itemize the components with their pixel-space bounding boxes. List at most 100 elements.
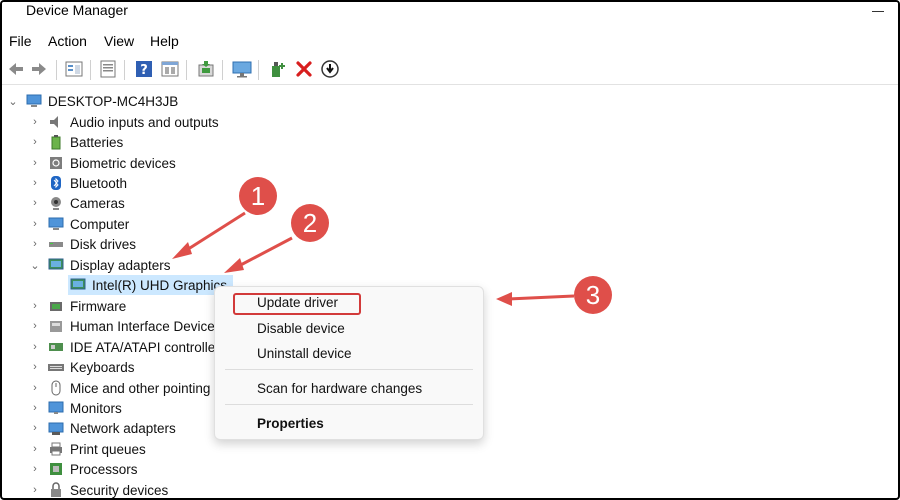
- tree-item-audio[interactable]: › Audio inputs and outputs: [30, 112, 218, 132]
- fingerprint-icon: [48, 155, 64, 171]
- properties-sheet-icon[interactable]: [98, 59, 118, 79]
- tree-item-processors[interactable]: › Processors: [30, 459, 137, 479]
- tree-item-ide[interactable]: › IDE ATA/ATAPI controllers: [30, 337, 226, 357]
- chevron-right-icon[interactable]: ›: [30, 157, 40, 169]
- menu-view[interactable]: View: [104, 33, 134, 49]
- chevron-right-icon[interactable]: ›: [30, 320, 40, 332]
- chevron-right-icon[interactable]: ›: [30, 218, 40, 230]
- monitor-scan-icon[interactable]: [232, 59, 252, 79]
- properties-label: Properties: [257, 415, 324, 431]
- chevron-right-icon[interactable]: ›: [30, 116, 40, 128]
- battery-icon: [48, 134, 64, 150]
- uninstall-device-menu-item[interactable]: Uninstall device: [215, 341, 483, 365]
- chevron-right-icon[interactable]: ›: [30, 484, 40, 496]
- menu-help[interactable]: Help: [150, 33, 179, 49]
- tree-item-label: Cameras: [70, 195, 125, 211]
- tree-item-label: Computer: [70, 216, 130, 232]
- add-driver-icon[interactable]: [268, 59, 288, 79]
- tree-root-label: DESKTOP-MC4H3JB: [48, 93, 179, 109]
- download-driver-icon[interactable]: [320, 59, 340, 79]
- processor-icon: [48, 461, 64, 477]
- chevron-right-icon[interactable]: ›: [30, 197, 40, 209]
- chevron-right-icon[interactable]: ›: [30, 463, 40, 475]
- device-tree-icon[interactable]: [64, 59, 84, 79]
- back-arrow-icon[interactable]: [6, 59, 26, 79]
- help-question-icon[interactable]: ?: [134, 59, 154, 79]
- tree-item-firmware[interactable]: › Firmware: [30, 296, 126, 316]
- toolbar-separator: [258, 60, 259, 80]
- tree-item-label: Firmware: [70, 298, 127, 314]
- chevron-right-icon[interactable]: ›: [30, 341, 40, 353]
- forward-arrow-icon[interactable]: [29, 59, 49, 79]
- uninstall-x-icon[interactable]: [294, 59, 314, 79]
- tree-item-label: Batteries: [70, 134, 124, 150]
- update-driver-menu-item[interactable]: Update driver: [215, 290, 483, 315]
- camera-icon: [48, 195, 64, 211]
- tree-item-batteries[interactable]: › Batteries: [30, 132, 123, 152]
- view-list-icon[interactable]: [160, 59, 180, 79]
- annotation-badge-1: 1: [239, 177, 277, 215]
- tree-item-cameras[interactable]: › Cameras: [30, 193, 125, 213]
- computer-icon: [26, 93, 42, 109]
- tree-item-hid[interactable]: › Human Interface Devices: [30, 316, 222, 336]
- menu-file[interactable]: File: [9, 33, 32, 49]
- properties-menu-item[interactable]: Properties: [215, 411, 483, 435]
- menu-bar: File Action View Help: [2, 30, 898, 54]
- chevron-right-icon[interactable]: ›: [30, 177, 40, 189]
- svg-text:?: ?: [140, 63, 148, 78]
- tree-item-intel-uhd-graphics[interactable]: Intel(R) UHD Graphics: [68, 275, 234, 295]
- title-bar: Device Manager: [2, 2, 898, 26]
- bluetooth-icon: [48, 175, 64, 191]
- tree-item-monitors[interactable]: › Monitors: [30, 398, 122, 418]
- chevron-down-icon[interactable]: ⌄: [30, 259, 40, 272]
- window-title: Device Manager: [26, 2, 128, 18]
- chevron-right-icon[interactable]: ›: [30, 443, 40, 455]
- menu-separator: [225, 369, 473, 370]
- menu-action[interactable]: Action: [48, 33, 87, 49]
- speaker-icon: [48, 114, 64, 130]
- tree-item-security-devices[interactable]: › Security devices: [30, 480, 168, 498]
- disable-device-label: Disable device: [257, 320, 345, 336]
- tree-item-computer[interactable]: › Computer: [30, 214, 129, 234]
- scan-hardware-label: Scan for hardware changes: [257, 380, 423, 396]
- toolbar-separator: [222, 60, 223, 80]
- tree-item-bluetooth[interactable]: › Bluetooth: [30, 173, 127, 193]
- tree-item-network[interactable]: › Network adapters: [30, 418, 176, 438]
- tree-item-label: Keyboards: [70, 359, 135, 375]
- update-driver-highlight: [233, 293, 361, 315]
- printer-icon: [48, 441, 64, 457]
- tree-item-label: Bluetooth: [70, 175, 128, 191]
- ide-controller-icon: [48, 339, 64, 355]
- tree-item-label: Biometric devices: [70, 155, 176, 171]
- security-device-icon: [48, 482, 64, 498]
- chevron-right-icon[interactable]: ›: [30, 238, 40, 250]
- tree-item-label: Human Interface Devices: [70, 318, 222, 334]
- annotation-badge-2: 2: [291, 204, 329, 242]
- toolbar-separator: [124, 60, 125, 80]
- chevron-right-icon[interactable]: ›: [30, 402, 40, 414]
- tree-item-label: Network adapters: [70, 420, 176, 436]
- tree-item-biometric[interactable]: › Biometric devices: [30, 153, 176, 173]
- monitor-icon: [48, 400, 64, 416]
- update-driver-icon[interactable]: [196, 59, 216, 79]
- chevron-right-icon[interactable]: ›: [30, 136, 40, 148]
- minimize-button[interactable]: [864, 2, 892, 20]
- chevron-down-icon[interactable]: ⌄: [8, 95, 18, 108]
- tree-item-label: Intel(R) UHD Graphics: [92, 277, 228, 293]
- chevron-right-icon[interactable]: ›: [30, 382, 40, 394]
- toolbar-separator: [186, 60, 187, 80]
- tree-item-keyboards[interactable]: › Keyboards: [30, 357, 135, 377]
- chevron-right-icon[interactable]: ›: [30, 300, 40, 312]
- disk-drive-icon: [48, 236, 64, 252]
- tree-item-display-adapters[interactable]: ⌄ Display adapters: [30, 255, 170, 275]
- computer-icon: [48, 216, 64, 232]
- tree-item-print-queues[interactable]: › Print queues: [30, 439, 146, 459]
- tree-item-disk-drives[interactable]: › Disk drives: [30, 234, 136, 254]
- display-adapter-icon: [70, 277, 86, 293]
- network-adapter-icon: [48, 420, 64, 436]
- chevron-right-icon[interactable]: ›: [30, 422, 40, 434]
- scan-hardware-menu-item[interactable]: Scan for hardware changes: [215, 376, 483, 400]
- disable-device-menu-item[interactable]: Disable device: [215, 316, 483, 340]
- tree-root[interactable]: ⌄ DESKTOP-MC4H3JB: [8, 91, 178, 111]
- chevron-right-icon[interactable]: ›: [30, 361, 40, 373]
